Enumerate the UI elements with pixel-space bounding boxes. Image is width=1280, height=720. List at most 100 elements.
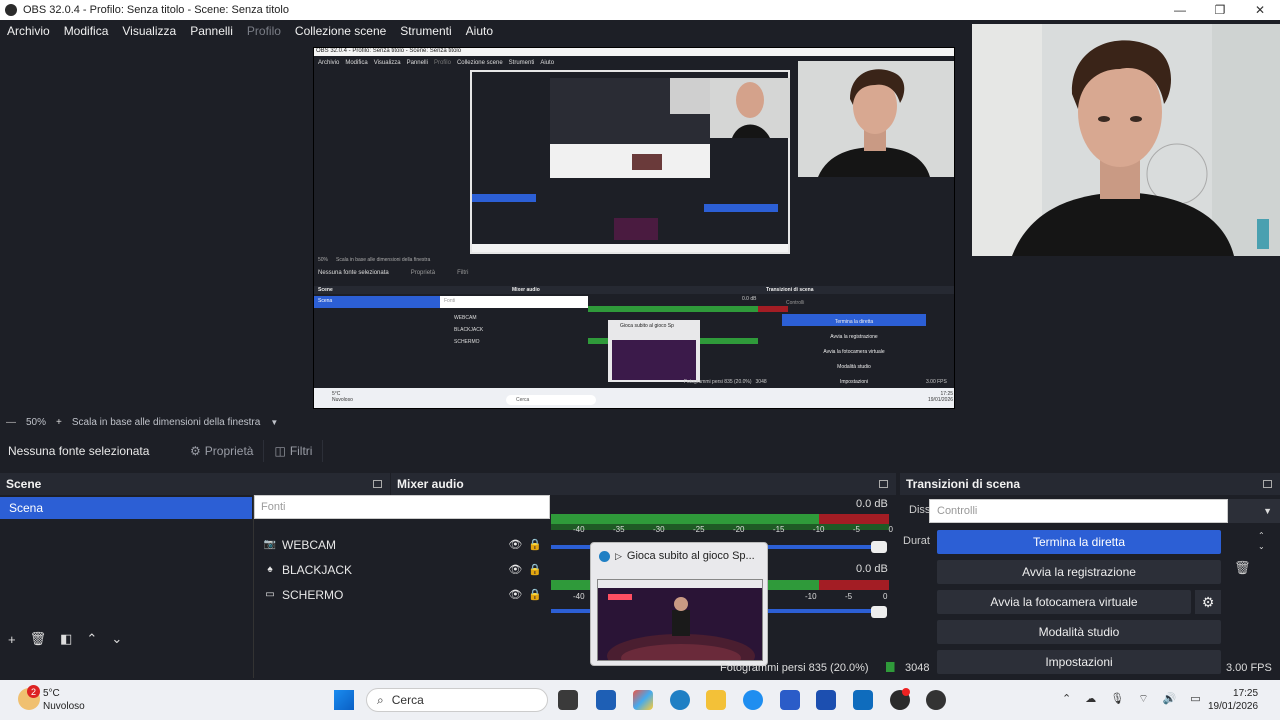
maximize-button[interactable]: ❐ xyxy=(1200,3,1240,17)
scene-filter-icon[interactable]: ◧ xyxy=(60,631,72,647)
transitions-header: Transizioni di scena xyxy=(900,473,1280,495)
nested-control-button: Termina la diretta xyxy=(834,319,874,325)
menu-profilo[interactable]: Profilo xyxy=(240,24,288,38)
search-label: Cerca xyxy=(391,693,424,707)
weather-condition: Nuvoloso xyxy=(43,701,85,712)
windows-start-icon[interactable] xyxy=(334,690,354,710)
move-up-icon[interactable]: ⌃ xyxy=(86,631,97,647)
audio-mixer-header: Mixer audio xyxy=(391,473,896,495)
stop-streaming-button[interactable]: Termina la diretta xyxy=(937,530,1221,554)
nested-source-toolbar: Nessuna fonte selezionata Proprietà Filt… xyxy=(318,270,468,276)
nested-window-title: OBS 32.0.4 - Profilo: Senza titolo - Sce… xyxy=(316,48,462,54)
transitions-title: Transizioni di scena xyxy=(906,477,1021,491)
channel-1-ticks: -40 -35 -30 -25 -20 -15 -10 -5 0 xyxy=(573,525,893,534)
wifi-icon[interactable]: ⌔ xyxy=(1138,692,1148,706)
copilot-icon[interactable] xyxy=(633,690,653,710)
nested-control-button: Modalità studio xyxy=(837,364,871,370)
nested-menu-item: Strumenti xyxy=(508,60,535,66)
start-virtual-camera-button[interactable]: Avvia la fotocamera virtuale xyxy=(937,590,1191,614)
studio-mode-button[interactable]: Modalità studio xyxy=(937,620,1221,644)
undock-icon[interactable] xyxy=(879,480,888,488)
nested-control-button: Impostazioni xyxy=(839,379,869,385)
zoom-in-button[interactable]: + xyxy=(56,417,62,428)
fps-status: 3.00 FPS xyxy=(1226,662,1272,674)
store-icon[interactable] xyxy=(596,690,616,710)
game-capture-icon: ♠ xyxy=(267,564,273,575)
sync-app-icon[interactable] xyxy=(743,690,763,710)
menu-aiuto[interactable]: Aiuto xyxy=(459,24,500,38)
move-down-icon[interactable]: ⌄ xyxy=(111,631,122,647)
menu-visualizza[interactable]: Visualizza xyxy=(115,24,183,38)
dropped-frames-status: Fotogrammi persi 835 (20.0%) xyxy=(720,662,869,674)
add-scene-icon[interactable]: + xyxy=(8,632,16,647)
trash-icon[interactable]: 🗑 xyxy=(30,631,47,647)
monitor-icon: ▭ xyxy=(265,589,275,600)
undock-icon[interactable] xyxy=(1263,480,1272,488)
channel-1-slider-handle[interactable] xyxy=(871,541,887,553)
minimize-button[interactable]: — xyxy=(1160,3,1200,17)
teams-icon[interactable] xyxy=(780,690,800,710)
settings-button[interactable]: Impostazioni xyxy=(937,650,1221,674)
menu-collezione-scene[interactable]: Collezione scene xyxy=(288,24,393,38)
nested-source-item: WEBCAM xyxy=(454,315,477,321)
preview-title-row: ▷ Gioca subito al gioco Sp... xyxy=(591,543,767,562)
source-label: WEBCAM xyxy=(282,537,336,552)
chevron-down-icon[interactable]: ▼ xyxy=(270,418,278,427)
canvas-webcam-source xyxy=(798,61,954,177)
menu-archivio[interactable]: Archivio xyxy=(0,24,57,38)
close-button[interactable]: ✕ xyxy=(1240,3,1280,17)
scenes-toolbar: + 🗑 ◧ ⌃ ⌄ xyxy=(0,628,252,650)
start-recording-button[interactable]: Avvia la registrazione xyxy=(937,560,1221,584)
play-icon: ▷ xyxy=(615,550,622,561)
nested-menu-item: Pannelli xyxy=(406,60,428,66)
speaker-icon[interactable]: 🔊 xyxy=(1163,692,1177,706)
battery-icon[interactable]: ▭ xyxy=(1190,692,1200,706)
menu-modifica[interactable]: Modifica xyxy=(57,24,116,38)
clock[interactable]: 17:25 19/01/2026 xyxy=(1208,687,1258,713)
weather-widget[interactable]: 5°C Nuvoloso xyxy=(43,687,85,713)
time: 17:25 xyxy=(1233,688,1259,699)
channel-2-meter-red xyxy=(819,580,889,590)
nested-menu-item: Visualizza xyxy=(373,60,401,66)
nested-search: Cerca xyxy=(506,395,596,405)
edge-icon[interactable] xyxy=(670,690,690,710)
nested-weather: 5°C Nuvoloso xyxy=(332,391,353,403)
nested-source-item: SCHERMO xyxy=(454,339,480,345)
menu-strumenti[interactable]: Strumenti xyxy=(393,24,458,38)
tray-cloud-icon[interactable]: ☁ xyxy=(1085,692,1096,706)
webcam-preview[interactable] xyxy=(972,24,1280,256)
photos-icon[interactable] xyxy=(816,690,836,710)
zoom-out-button[interactable]: — xyxy=(6,417,16,428)
source-label: SCHERMO xyxy=(282,587,344,602)
nested-control-button: Avvia la fotocamera virtuale xyxy=(823,349,885,355)
virtual-camera-settings-icon[interactable]: ⚙ xyxy=(1195,590,1221,614)
filters-button[interactable]: ◫ Filtri xyxy=(264,440,324,462)
preview-thumbnail[interactable] xyxy=(597,579,763,661)
microphone-icon[interactable]: 🎙 xyxy=(1110,692,1124,706)
undock-icon[interactable] xyxy=(373,480,382,488)
app-face-icon[interactable] xyxy=(926,690,946,710)
file-explorer-icon[interactable] xyxy=(706,690,726,710)
taskbar-search[interactable]: ⌕ Cerca xyxy=(366,688,548,712)
nested-zoom: 50% xyxy=(318,257,329,263)
menu-pannelli[interactable]: Pannelli xyxy=(183,24,240,38)
zoom-mode-label[interactable]: Scala in base alle dimensioni della fine… xyxy=(72,417,260,428)
taskbar-hover-preview[interactable]: ▷ Gioca subito al gioco Sp... xyxy=(590,542,768,666)
nested-controls-placeholder: Controlli xyxy=(786,300,805,306)
task-view-icon[interactable] xyxy=(558,690,578,710)
duration-stepper[interactable]: ⌃ ⌄ xyxy=(1258,530,1265,552)
nested-menu-item: Aiuto xyxy=(540,60,555,66)
trash-icon[interactable]: 🗑 xyxy=(1234,560,1251,576)
transition-dropdown-arrow[interactable]: ▼ xyxy=(1228,499,1280,523)
zoom-bar: — 50% + Scala in base alle dimensioni de… xyxy=(0,414,1280,430)
properties-button[interactable]: ⚙ Proprietà xyxy=(180,440,265,462)
scenes-title: Scene xyxy=(6,477,42,491)
tray-chevron-up-icon[interactable]: ⌃ xyxy=(1062,692,1071,706)
outlook-icon[interactable] xyxy=(853,690,873,710)
channel-1-meter-red xyxy=(819,514,889,524)
tick-label: -5 xyxy=(845,592,853,601)
nested-status: Fotogrammi persi 835 (20.0%) 3048 xyxy=(684,379,767,385)
scene-item-scena[interactable]: Scena xyxy=(0,497,252,519)
channel-1-db: 0.0 dB xyxy=(856,498,888,510)
channel-2-slider-handle[interactable] xyxy=(871,606,887,618)
